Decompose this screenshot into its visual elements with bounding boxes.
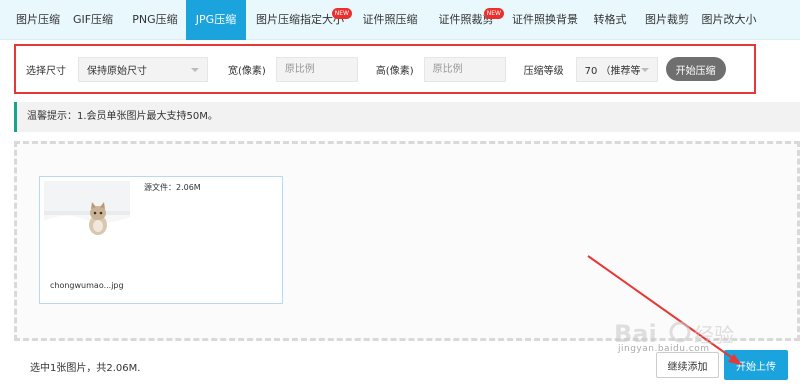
tab-id-photo-background[interactable]: 证件照换背景 xyxy=(506,0,584,40)
level-select-value: 70 （推荐等 xyxy=(584,65,641,77)
file-card[interactable]: 源文件：2.06M chongwumao...jpg xyxy=(39,176,283,304)
size-select[interactable]: 保持原始尺寸 xyxy=(78,56,208,82)
width-label: 宽(像素) xyxy=(228,65,266,77)
tab-image-crop[interactable]: 图片裁剪 xyxy=(636,0,698,40)
tab-label: 转格式 xyxy=(593,13,627,26)
new-badge: NEW xyxy=(483,8,504,19)
width-input[interactable] xyxy=(275,56,358,82)
tab-label: 图片压缩 xyxy=(16,13,60,26)
file-name: chongwumao...jpg xyxy=(50,281,124,290)
start-compress-button[interactable]: 开始压缩 xyxy=(665,57,726,81)
height-input[interactable] xyxy=(423,56,506,82)
chevron-down-icon xyxy=(191,67,199,72)
size-select-value: 保持原始尺寸 xyxy=(87,65,147,77)
tab-label: 图片压缩指定大小 xyxy=(256,13,344,26)
page: 图片压缩 GIF压缩 PNG压缩 JPG压缩 图片压缩指定大小 NEW 证件照压缩… xyxy=(0,0,800,389)
tab-label: GIF压缩 xyxy=(72,13,114,26)
tab-label: 证件照换背景 xyxy=(512,13,578,26)
tab-label: JPG压缩 xyxy=(195,13,237,26)
selection-summary: 选中1张图片，共2.06M. xyxy=(30,363,141,374)
tab-label: 图片改大小 xyxy=(701,13,757,26)
upload-dropzone[interactable]: 源文件：2.06M chongwumao...jpg xyxy=(14,141,800,341)
tool-tab-bar: 图片压缩 GIF压缩 PNG压缩 JPG压缩 图片压缩指定大小 NEW 证件照压缩… xyxy=(0,0,800,40)
size-label: 选择尺寸 xyxy=(26,65,66,77)
chevron-down-icon xyxy=(640,67,649,72)
baidu-watermark-icon: Bai 经验 xyxy=(614,320,734,348)
tab-gif-compress[interactable]: GIF压缩 xyxy=(62,0,124,40)
watermark-text: jingyan.baidu.com xyxy=(618,344,710,354)
tab-png-compress[interactable]: PNG压缩 xyxy=(124,0,186,40)
level-select[interactable]: 70 （推荐等 xyxy=(575,56,658,82)
compression-settings: 选择尺寸 保持原始尺寸 宽(像素) 高(像素) 压缩等级 70 （推荐等 开始压… xyxy=(14,44,756,94)
cat-photo-icon xyxy=(44,181,130,245)
level-label: 压缩等级 xyxy=(523,65,564,77)
tab-label: 图片裁剪 xyxy=(645,13,689,26)
new-badge: NEW xyxy=(331,8,352,19)
tab-id-photo-compress[interactable]: 证件照压缩 xyxy=(354,0,426,40)
tab-image-resize[interactable]: 图片改大小 xyxy=(698,0,760,40)
tab-label: PNG压缩 xyxy=(132,13,178,26)
height-label: 高(像素) xyxy=(375,65,414,77)
tab-convert-format[interactable]: 转格式 xyxy=(584,0,636,40)
file-size-text: 源文件：2.06M xyxy=(144,183,201,192)
tab-compress-to-size[interactable]: 图片压缩指定大小 NEW xyxy=(246,0,354,40)
tip-banner: 温馨提示：1.会员单张图片最大支持50M。 xyxy=(14,102,800,132)
tab-image-compress[interactable]: 图片压缩 xyxy=(14,0,62,40)
tab-id-photo-crop[interactable]: 证件照裁剪 NEW xyxy=(426,0,506,40)
tab-label: 证件照压缩 xyxy=(362,13,418,26)
cat-photo-thumbnail xyxy=(44,181,130,245)
tab-jpg-compress[interactable]: JPG压缩 xyxy=(186,0,246,40)
